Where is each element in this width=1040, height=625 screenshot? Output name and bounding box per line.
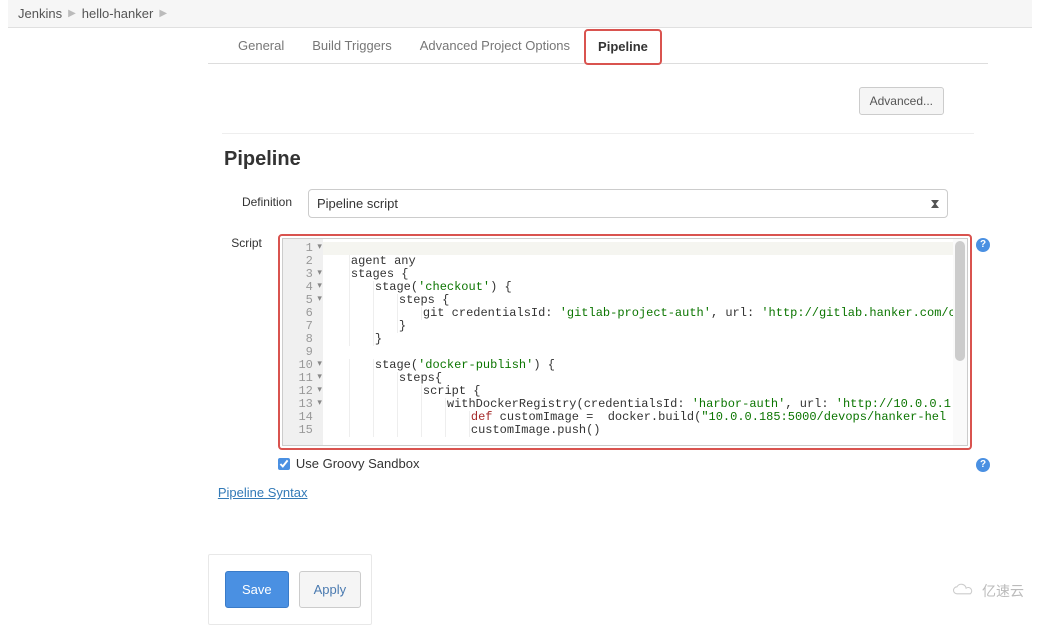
watermark: 亿速云 <box>950 581 1024 601</box>
tab-build-triggers[interactable]: Build Triggers <box>298 28 405 63</box>
sandbox-label: Use Groovy Sandbox <box>296 456 420 471</box>
chevron-right-icon: ▶ <box>159 8 167 19</box>
breadcrumb: Jenkins ▶ hello-hanker ▶ <box>8 0 1032 28</box>
pipeline-syntax-row: Pipeline Syntax <box>218 485 972 500</box>
apply-button[interactable]: Apply <box>299 571 362 608</box>
advanced-row: Advanced... <box>222 69 974 134</box>
config-tabs: General Build Triggers Advanced Project … <box>208 28 988 64</box>
save-button[interactable]: Save <box>225 571 289 608</box>
script-label: Script <box>224 234 278 250</box>
advanced-button[interactable]: Advanced... <box>859 87 944 115</box>
breadcrumb-job[interactable]: hello-hanker <box>82 6 154 21</box>
tab-advanced-project-options[interactable]: Advanced Project Options <box>406 28 584 63</box>
help-icon[interactable]: ? <box>976 238 990 252</box>
bottom-actions: Save Apply <box>208 554 372 625</box>
tab-pipeline[interactable]: Pipeline <box>584 29 662 65</box>
script-row: Script 123456789101112131415 pipeline {a… <box>208 226 988 508</box>
main-panel: General Build Triggers Advanced Project … <box>208 28 988 625</box>
definition-row: Definition Pipeline script <box>208 181 988 226</box>
breadcrumb-root[interactable]: Jenkins <box>18 6 62 21</box>
editor-scrollbar[interactable] <box>953 239 967 445</box>
script-editor[interactable]: 123456789101112131415 pipeline {agent an… <box>282 238 968 446</box>
cloud-icon <box>950 583 978 599</box>
editor-gutter: 123456789101112131415 <box>283 239 323 445</box>
definition-label: Definition <box>224 189 308 209</box>
tab-general[interactable]: General <box>224 28 298 63</box>
chevron-right-icon: ▶ <box>68 8 76 19</box>
section-heading-pipeline: Pipeline <box>208 134 988 181</box>
help-icon[interactable]: ? <box>976 458 990 472</box>
use-groovy-sandbox-checkbox[interactable] <box>278 458 290 470</box>
definition-select[interactable]: Pipeline script <box>308 189 948 218</box>
sandbox-row: Use Groovy Sandbox ? <box>278 456 972 471</box>
pipeline-syntax-link[interactable]: Pipeline Syntax <box>218 485 308 500</box>
